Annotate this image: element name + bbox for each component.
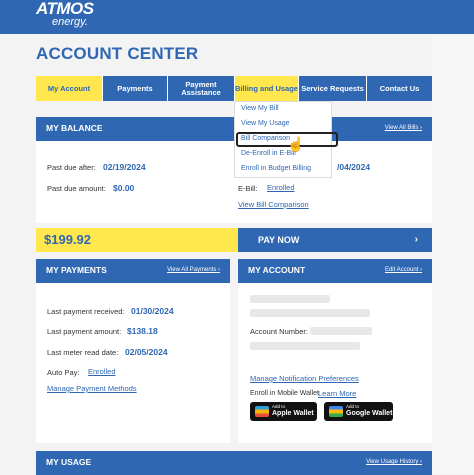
- chevron-right-icon: ›: [420, 125, 422, 131]
- main-nav: My Account Payments Payment Assistance B…: [36, 76, 432, 101]
- tab-service-requests[interactable]: Service Requests: [299, 76, 367, 101]
- view-usage-history-label: View Usage History: [366, 459, 419, 465]
- tab-my-account[interactable]: My Account: [36, 76, 103, 101]
- past-due-after-value: 02/19/2024: [103, 162, 146, 172]
- edit-account-link[interactable]: Edit Account ›: [385, 267, 422, 273]
- ebill-label: E-Bill:: [238, 184, 258, 193]
- past-due-amount-label: Past due amount:: [47, 184, 106, 193]
- manage-payment-methods-link[interactable]: Manage Payment Methods: [47, 384, 137, 393]
- header-bar: ATMOS energy.: [0, 0, 474, 34]
- payments-header: MY PAYMENTS View All Payments ›: [36, 259, 230, 283]
- menu-item-budget-billing[interactable]: Enroll in Budget Billing: [235, 162, 331, 177]
- balance-amount: $199.92: [36, 228, 238, 252]
- redacted-email: [250, 342, 360, 350]
- redacted-address: [250, 309, 370, 317]
- learn-more-link[interactable]: Learn More: [318, 389, 356, 398]
- google-wallet-icon: [329, 406, 343, 417]
- apple-wallet-small: Add to: [272, 404, 286, 409]
- meter-read-value: 02/05/2024: [125, 347, 168, 357]
- chevron-right-icon: ›: [218, 267, 220, 273]
- autopay-label: Auto Pay:: [47, 368, 80, 377]
- chevron-right-icon: ›: [420, 267, 422, 273]
- view-bill-comparison-link[interactable]: View Bill Comparison: [238, 200, 309, 209]
- menu-item-view-my-usage[interactable]: View My Usage: [235, 117, 331, 132]
- chevron-right-icon: ›: [414, 234, 418, 245]
- due-date-value: /04/2024: [337, 162, 371, 172]
- past-due-amount-value: $0.00: [113, 183, 135, 193]
- apple-wallet-label: Apple Wallet: [272, 410, 314, 417]
- last-payment-received-value: 01/30/2024: [131, 306, 174, 316]
- google-wallet-label: Google Wallet: [346, 410, 393, 417]
- manage-notifications-link[interactable]: Manage Notification Preferences: [250, 374, 359, 383]
- payments-title: MY PAYMENTS: [46, 265, 107, 275]
- pay-arrow-shape: [226, 228, 238, 252]
- edit-account-label: Edit Account: [384, 267, 419, 273]
- past-due-after-label: Past due after:: [47, 163, 96, 172]
- pay-now-label: PAY NOW: [258, 235, 300, 245]
- usage-title: MY USAGE: [46, 457, 92, 467]
- account-header: MY ACCOUNT Edit Account ›: [238, 259, 432, 283]
- autopay-enrolled-link[interactable]: Enrolled: [88, 367, 116, 376]
- google-wallet-small: Add to: [346, 404, 360, 409]
- view-usage-history-link[interactable]: View Usage History ›: [366, 459, 422, 465]
- menu-item-de-enroll-ebill[interactable]: De-Enroll in E-Bill: [235, 147, 331, 162]
- redacted-name: [250, 295, 330, 303]
- tab-contact-us[interactable]: Contact Us: [367, 76, 432, 101]
- atmos-logo[interactable]: ATMOS energy.: [36, 0, 94, 28]
- logo-name: ATMOS: [36, 0, 94, 18]
- view-all-payments-link[interactable]: View All Payments ›: [167, 267, 220, 273]
- tab-payments[interactable]: Payments: [103, 76, 168, 101]
- account-number-label: Account Number:: [250, 327, 308, 336]
- view-all-bills-label: View All Bills: [384, 125, 419, 131]
- google-wallet-button[interactable]: Add to Google Wallet: [324, 402, 393, 421]
- ebill-enrolled-link[interactable]: Enrolled: [267, 183, 295, 192]
- account-title: MY ACCOUNT: [248, 265, 306, 275]
- logo-sub: energy.: [52, 16, 88, 28]
- apple-wallet-icon: [255, 406, 269, 417]
- right-gutter: [432, 34, 474, 474]
- last-payment-received-label: Last payment received:: [47, 307, 125, 316]
- meter-read-label: Last meter read date:: [47, 348, 119, 357]
- view-all-payments-label: View All Payments: [167, 267, 217, 273]
- mobile-wallet-text: Enroll in Mobile Wallet: [250, 390, 319, 397]
- menu-item-view-my-bill[interactable]: View My Bill: [235, 102, 331, 117]
- chevron-right-icon: ›: [420, 459, 422, 465]
- usage-header: MY USAGE View Usage History ›: [36, 451, 432, 475]
- last-payment-amount-label: Last payment amount:: [47, 327, 122, 336]
- tab-billing-usage[interactable]: Billing and Usage: [235, 76, 299, 101]
- page-title: ACCOUNT CENTER: [36, 44, 199, 63]
- pay-now-button[interactable]: PAY NOW ›: [238, 228, 432, 252]
- view-all-bills-link[interactable]: View All Bills ›: [385, 125, 422, 131]
- redacted-account-number: [310, 327, 372, 335]
- apple-wallet-button[interactable]: Add to Apple Wallet: [250, 402, 317, 421]
- tab-payment-assistance[interactable]: Payment Assistance: [168, 76, 235, 101]
- last-payment-amount-value: $138.18: [127, 326, 158, 336]
- hand-pointer-icon: ☝: [287, 136, 305, 152]
- balance-title: MY BALANCE: [46, 123, 103, 133]
